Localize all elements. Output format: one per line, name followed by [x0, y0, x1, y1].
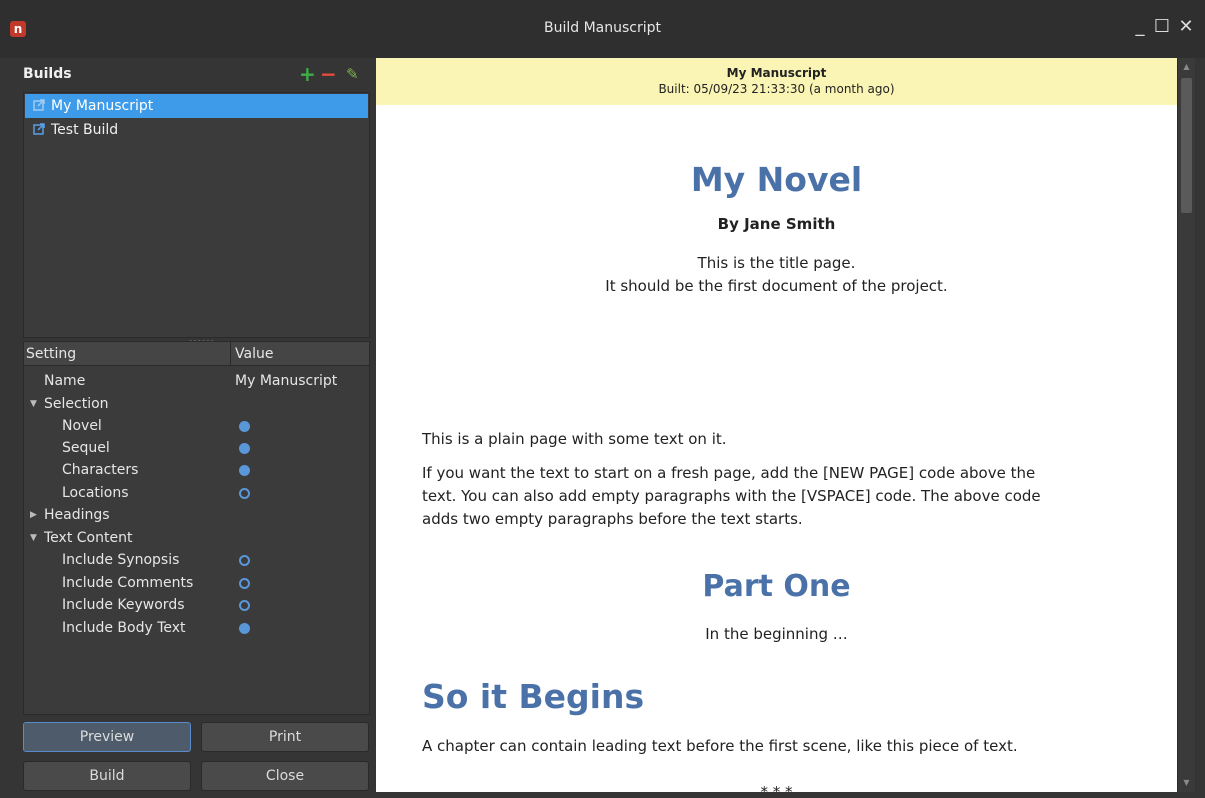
paragraph-line: text. You can also add empty paragraphs …: [422, 487, 1041, 505]
print-button[interactable]: Print: [201, 722, 369, 752]
setting-row-novel[interactable]: Novel: [24, 415, 369, 437]
setting-row-characters[interactable]: Characters: [24, 459, 369, 481]
builds-list[interactable]: My Manuscript Test Build: [23, 92, 370, 338]
expand-arrow-icon[interactable]: ▼: [30, 393, 37, 415]
title-bar[interactable]: n Build Manuscript _ ☐ ✕: [0, 0, 1205, 58]
tree-header: Setting Value: [24, 342, 369, 366]
toggle-on-icon[interactable]: [239, 465, 250, 476]
setting-row-comments[interactable]: Include Comments: [24, 572, 369, 594]
paragraph-line: If you want the text to start on a fresh…: [422, 464, 1036, 482]
setting-row-selection[interactable]: ▼ Selection: [24, 393, 369, 415]
column-value[interactable]: Value: [230, 342, 369, 366]
toggle-off-icon[interactable]: [239, 600, 250, 611]
close-window-button[interactable]: ✕: [1176, 16, 1196, 38]
builds-header: Builds + − ✎: [23, 62, 370, 86]
part-subtext: In the beginning …: [705, 625, 848, 643]
setting-value: My Manuscript: [235, 373, 338, 389]
setting-row-text-content[interactable]: ▼ Text Content: [24, 527, 369, 549]
title-page-line-2: It should be the first document of the p…: [605, 277, 948, 295]
setting-label: Include Body Text: [62, 620, 186, 636]
banner-title: My Manuscript: [726, 66, 827, 80]
manuscript-preview[interactable]: My Manuscript Built: 05/09/23 21:33:30 (…: [376, 58, 1177, 792]
banner-built-date: Built: 05/09/23 21:33:30 (a month ago): [658, 82, 895, 96]
scroll-up-icon[interactable]: ▲: [1181, 62, 1192, 71]
toggle-on-icon[interactable]: [239, 623, 250, 634]
export-icon: [33, 123, 45, 135]
scene-separator: * * *: [760, 783, 793, 792]
preview-scrollbar[interactable]: ▲ ▼: [1177, 58, 1195, 792]
setting-label: Sequel: [62, 440, 110, 456]
close-button[interactable]: Close: [201, 761, 369, 791]
add-build-icon[interactable]: +: [299, 62, 316, 86]
setting-row-sequel[interactable]: Sequel: [24, 437, 369, 459]
maximize-button[interactable]: ☐: [1152, 16, 1172, 38]
build-item-my-manuscript[interactable]: My Manuscript: [25, 94, 368, 118]
setting-label: Selection: [44, 396, 109, 412]
expand-arrow-icon[interactable]: ▼: [30, 527, 37, 549]
chapter-text: A chapter can contain leading text befor…: [422, 737, 1018, 755]
build-item-test-build[interactable]: Test Build: [25, 118, 368, 142]
preview-document: My Novel By Jane Smith This is the title…: [376, 105, 1177, 792]
setting-label: Text Content: [44, 530, 133, 546]
plain-page-text: This is a plain page with some text on i…: [422, 430, 727, 448]
setting-label: Locations: [62, 485, 129, 501]
toggle-off-icon[interactable]: [239, 555, 250, 566]
setting-row-name[interactable]: Name My Manuscript: [24, 370, 369, 392]
preview-button[interactable]: Preview: [23, 722, 191, 752]
setting-row-locations[interactable]: Locations: [24, 482, 369, 504]
builds-title: Builds: [23, 66, 72, 82]
toggle-off-icon[interactable]: [239, 578, 250, 589]
build-button[interactable]: Build: [23, 761, 191, 791]
minimize-button[interactable]: _: [1130, 16, 1150, 38]
edit-build-icon[interactable]: ✎: [346, 62, 359, 86]
setting-row-synopsis[interactable]: Include Synopsis: [24, 549, 369, 571]
column-setting[interactable]: Setting: [24, 342, 230, 366]
part-heading: Part One: [702, 569, 851, 604]
toggle-off-icon[interactable]: [239, 488, 250, 499]
toggle-on-icon[interactable]: [239, 443, 250, 454]
build-item-label: My Manuscript: [51, 98, 154, 114]
build-item-label: Test Build: [51, 122, 119, 138]
setting-row-body-text[interactable]: Include Body Text: [24, 617, 369, 639]
title-page-line-1: This is the title page.: [697, 254, 856, 272]
setting-label: Novel: [62, 418, 102, 434]
toggle-on-icon[interactable]: [239, 421, 250, 432]
paragraph-line: adds two empty paragraphs before the tex…: [422, 510, 803, 528]
setting-row-keywords[interactable]: Include Keywords: [24, 594, 369, 616]
setting-label: Include Synopsis: [62, 552, 180, 568]
setting-label: Headings: [44, 507, 110, 523]
export-icon: [33, 99, 45, 111]
scroll-down-icon[interactable]: ▼: [1181, 778, 1192, 787]
setting-label: Characters: [62, 462, 139, 478]
window-title: Build Manuscript: [543, 20, 661, 36]
chapter-heading: So it Begins: [422, 677, 645, 716]
build-info-banner: My Manuscript Built: 05/09/23 21:33:30 (…: [376, 58, 1177, 105]
left-panel: Builds + − ✎ My Manuscript Test Build ••…: [23, 58, 370, 792]
setting-label: Include Keywords: [62, 597, 185, 613]
scrollbar-thumb[interactable]: [1181, 78, 1192, 213]
setting-row-headings[interactable]: ▶ Headings: [24, 504, 369, 526]
setting-label: Name: [44, 373, 86, 389]
settings-tree[interactable]: Setting Value Name My Manuscript ▼ Selec…: [23, 341, 370, 715]
remove-build-icon[interactable]: −: [320, 62, 337, 86]
setting-label: Include Comments: [62, 575, 194, 591]
collapse-arrow-icon[interactable]: ▶: [30, 504, 37, 526]
novel-byline: By Jane Smith: [717, 215, 836, 233]
novel-title: My Novel: [690, 160, 863, 199]
build-manuscript-window: n Build Manuscript _ ☐ ✕ Builds + − ✎ My…: [0, 0, 1205, 798]
